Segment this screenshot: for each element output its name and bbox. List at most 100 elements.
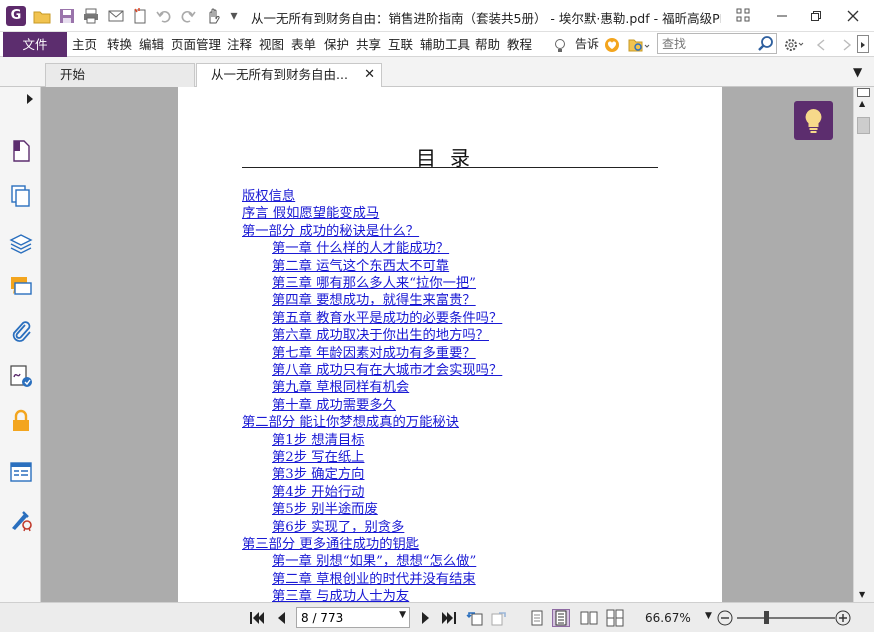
menu-connect[interactable]: 互联 [388,32,413,57]
toc-entry-link[interactable]: 第十章 成功需要多久 [272,398,396,414]
search-folder-icon[interactable] [628,36,652,52]
toc-entry-link[interactable]: 第四章 要想成功，就得生来富贵？ [272,293,476,309]
menu-view[interactable]: 视图 [259,32,284,57]
menu-share[interactable]: 共享 [356,32,381,57]
single-page-view-icon[interactable] [528,609,546,627]
toc-entry-link[interactable]: 第3步 确定方向 [272,467,364,483]
search-box[interactable] [657,33,777,54]
email-icon[interactable] [107,7,125,25]
new-document-icon[interactable] [131,7,149,25]
pages-icon[interactable] [9,184,33,208]
feedback-icon[interactable] [604,36,620,52]
previous-page-icon[interactable] [273,609,291,627]
first-page-icon[interactable] [248,609,266,627]
scroll-up-icon[interactable]: ▲ [859,99,865,108]
document-viewport[interactable]: 目录 版权信息 序言 假如愿望能变成马 第一部分 成功的秘诀是什么？ 第一章 什么样的… [41,87,853,602]
search-icon[interactable] [757,35,774,52]
restore-button[interactable] [801,4,831,26]
hand-tool-icon[interactable] [204,7,222,25]
toc-entry-link[interactable]: 版权信息 [242,189,295,205]
certificate-icon[interactable] [9,508,33,532]
signature-icon[interactable] [9,364,33,388]
zoom-slider-track[interactable] [737,617,835,619]
vertical-scrollbar[interactable]: ▲ ▼ [853,87,874,602]
menu-help[interactable]: 帮助 [475,32,500,57]
menu-home[interactable]: 主页 [72,32,97,57]
previous-view-icon[interactable] [466,609,484,627]
next-page-icon[interactable] [416,609,434,627]
continuous-view-icon[interactable] [552,609,570,627]
next-arrow-icon[interactable] [841,36,853,52]
tab-list-dropdown-icon[interactable]: ▼ [853,65,862,79]
facing-view-icon[interactable] [580,609,598,627]
page-number-box[interactable]: ▼ [296,607,410,628]
page-number-input[interactable] [297,608,393,627]
scroll-thumb[interactable] [857,117,870,134]
zoom-in-icon[interactable] [834,609,852,627]
toc-entry-link[interactable]: 第5步 别半途而废 [272,502,378,518]
split-view-handle[interactable] [857,88,870,97]
menu-form[interactable]: 表单 [291,32,316,57]
foxit-logo-icon[interactable]: G [6,6,26,26]
form-fields-icon[interactable] [9,460,33,484]
zoom-slider-handle[interactable] [764,611,769,624]
settings-gear-icon[interactable] [783,36,807,52]
file-menu-button[interactable]: 文件 [3,32,67,57]
expand-panel-icon[interactable] [26,93,34,105]
toc-entry-link[interactable]: 第1步 想清目标 [272,433,364,449]
toc-entry-link[interactable]: 第七章 年龄因素对成功有多重要？ [272,346,476,362]
close-button[interactable] [838,4,868,26]
toc-entry-link[interactable]: 第2步 写在纸上 [272,450,364,466]
menu-tutorial[interactable]: 教程 [507,32,532,57]
toc-entry-link[interactable]: 第二章 运气这个东西太不可靠 [272,259,449,275]
security-lock-icon[interactable] [9,409,33,433]
toc-entry-link[interactable]: 第一章 别想“如果”，想想“怎么做” [272,554,476,570]
zoom-level[interactable]: 66.67% [645,611,691,625]
toc-entry-link[interactable]: 第六章 成功取决于你出生的地方吗？ [272,328,489,344]
scroll-down-icon[interactable]: ▼ [859,590,865,599]
attachments-icon[interactable] [9,319,33,343]
zoom-dropdown-icon[interactable]: ▼ [705,611,712,621]
toc-entry-link[interactable]: 第二部分 能让你梦想成真的万能秘诀 [242,415,459,431]
save-icon[interactable] [58,7,76,25]
continuous-facing-view-icon[interactable] [606,609,624,627]
open-folder-icon[interactable] [33,7,51,25]
quick-access-dropdown-icon[interactable]: ▾ [229,7,239,25]
layers-icon[interactable] [9,230,33,254]
zoom-out-icon[interactable] [716,609,734,627]
previous-arrow-icon[interactable] [815,36,827,52]
ribbon-expand-icon[interactable] [857,35,869,53]
search-input[interactable] [658,34,756,53]
menu-comment[interactable]: 注释 [227,32,252,57]
menu-accessibility[interactable]: 辅助工具 [420,32,470,57]
toc-entry-link[interactable]: 第三章 哪有那么多人来“拉你一把” [272,276,476,292]
tab-document[interactable]: 从一无所有到财务自由... ✕ [196,63,382,88]
toc-entry-link[interactable]: 第一部分 成功的秘诀是什么？ [242,224,419,240]
last-page-icon[interactable] [440,609,458,627]
toc-entry-link[interactable]: 序言 假如愿望能变成马 [242,206,379,222]
toc-entry-link[interactable]: 第三章 与成功人士为友 [272,589,409,602]
toc-entry-link[interactable]: 第4步 开始行动 [272,485,364,501]
page-dropdown-icon[interactable]: ▼ [399,610,406,620]
toc-entry-link[interactable]: 第三部分 更多通往成功的钥匙 [242,537,419,553]
minimize-button[interactable] [767,4,797,26]
tell-me-label[interactable]: 告诉 [575,32,599,57]
ribbon-display-icon[interactable] [728,4,758,26]
toc-entry-link[interactable]: 第二章 草根创业的时代并没有结束 [272,572,476,588]
lightbulb-icon[interactable] [552,37,568,53]
toc-entry-link[interactable]: 第6步 实现了，别贪多 [272,520,404,536]
toc-entry-link[interactable]: 第九章 草根同样有机会 [272,380,409,396]
close-icon[interactable]: ✕ [364,64,375,86]
menu-edit[interactable]: 编辑 [139,32,164,57]
toc-entry-link[interactable]: 第五章 教育水平是成功的必要条件吗？ [272,311,502,327]
redo-icon[interactable] [179,7,197,25]
menu-protect[interactable]: 保护 [324,32,349,57]
menu-page-management[interactable]: 页面管理 [171,32,221,57]
comments-icon[interactable] [9,274,33,298]
print-icon[interactable] [82,7,100,25]
next-view-icon[interactable] [490,609,508,627]
undo-icon[interactable] [155,7,173,25]
toc-entry-link[interactable]: 第一章 什么样的人才能成功？ [272,241,449,257]
tab-start[interactable]: 开始 [45,63,195,87]
page-thumbnail-icon[interactable] [9,139,33,163]
